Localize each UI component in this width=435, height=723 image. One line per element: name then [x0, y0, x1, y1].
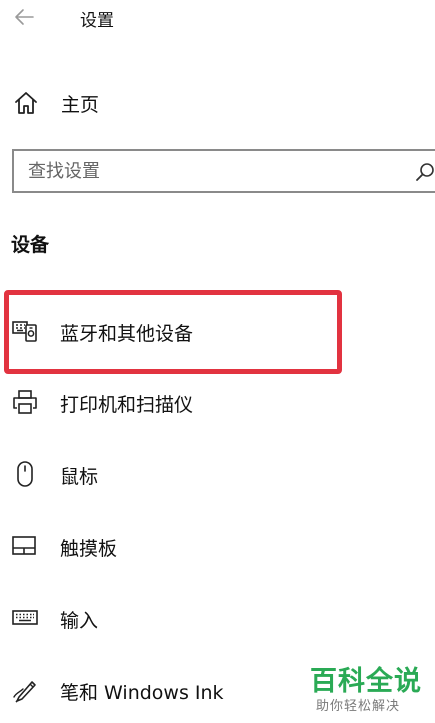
section-heading: 设备: [11, 234, 50, 256]
nav-item-typing[interactable]: 输入: [0, 596, 435, 640]
nav-item-label: 触摸板: [60, 538, 118, 560]
nav-item-label: 输入: [60, 610, 99, 632]
nav-item-mouse[interactable]: 鼠标: [0, 452, 435, 496]
printer-icon: [11, 388, 39, 416]
mouse-icon: [11, 460, 39, 488]
window-title: 设置: [80, 11, 114, 31]
nav-item-label: 打印机和扫描仪: [60, 394, 194, 416]
keyboard-icon: [11, 604, 39, 632]
home-icon: [13, 90, 39, 116]
search-icon[interactable]: [414, 161, 435, 183]
search-input[interactable]: [28, 151, 398, 191]
nav-home[interactable]: 主页: [0, 80, 435, 124]
nav-item-label: 笔和 Windows Ink: [60, 682, 224, 704]
nav-item-pen[interactable]: 笔和 Windows Ink: [0, 668, 435, 712]
back-button[interactable]: [8, 2, 40, 32]
nav-item-touchpad[interactable]: 触摸板: [0, 524, 435, 568]
nav-item-bluetooth[interactable]: 蓝牙和其他设备: [0, 309, 435, 353]
nav-home-label: 主页: [61, 94, 100, 116]
touchpad-icon: [11, 532, 39, 560]
search-box[interactable]: [12, 149, 435, 193]
settings-page: 设置 主页 设备 蓝牙和其他设备: [0, 0, 435, 723]
bluetooth-devices-icon: [11, 317, 39, 345]
back-arrow-icon: [13, 8, 35, 26]
nav-item-label: 鼠标: [60, 466, 99, 488]
pen-icon: [11, 676, 39, 704]
title-bar: 设置: [0, 0, 435, 34]
nav-item-label: 蓝牙和其他设备: [60, 323, 194, 345]
nav-item-printers[interactable]: 打印机和扫描仪: [0, 380, 435, 424]
